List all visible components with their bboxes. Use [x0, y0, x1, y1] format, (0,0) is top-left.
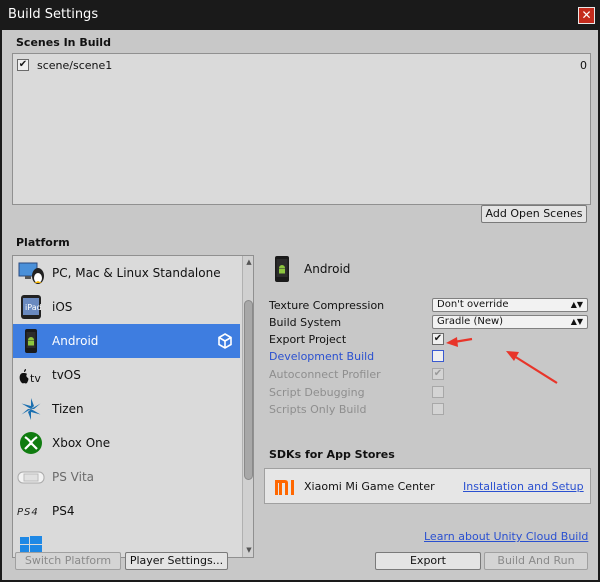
svg-text:PS4: PS4	[17, 507, 39, 518]
annotation-arrowhead	[506, 351, 519, 361]
scroll-down-icon[interactable]: ▼	[245, 546, 253, 554]
scripts-only-build-label: Scripts Only Build	[269, 403, 367, 416]
cloud-build-link[interactable]: Learn about Unity Cloud Build	[424, 530, 588, 543]
build-system-label: Build System	[269, 316, 342, 329]
texture-compression-value: Don't override	[437, 299, 509, 310]
annotation-arrow-build-system	[513, 355, 558, 384]
ps-vita-icon	[17, 471, 45, 484]
platform-list[interactable]: PC, Mac & Linux Standalone iPad iOS Andr…	[12, 255, 254, 558]
platform-scrollbar[interactable]: ▲ ▼	[242, 256, 253, 557]
platform-label: Android	[52, 334, 99, 348]
build-system-value: Gradle (New)	[437, 316, 504, 327]
platform-item-tizen[interactable]: Tizen	[13, 392, 240, 426]
development-build-label: Development Build	[269, 350, 375, 363]
platform-item-ps-vita[interactable]: PS Vita	[13, 460, 240, 494]
platform-heading: Platform	[16, 236, 70, 249]
export-button[interactable]: Export	[375, 552, 481, 570]
sdk-name: Xiaomi Mi Game Center	[304, 480, 435, 493]
unity-logo-icon	[218, 333, 232, 349]
texture-compression-label: Texture Compression	[269, 299, 385, 312]
tvos-icon: tv	[19, 369, 41, 385]
android-icon	[25, 329, 37, 353]
build-and-run-button[interactable]: Build And Run	[484, 552, 588, 570]
ios-icon: iPad	[21, 295, 42, 319]
scene-name: scene/scene1	[37, 59, 113, 72]
svg-text:iPad: iPad	[25, 303, 42, 312]
scroll-thumb[interactable]	[244, 300, 253, 480]
tizen-icon	[21, 398, 41, 420]
add-open-scenes-button[interactable]: Add Open Scenes	[481, 205, 587, 223]
platform-label: PS Vita	[52, 470, 95, 484]
platform-item-android[interactable]: Android	[13, 324, 240, 358]
platform-item-standalone[interactable]: PC, Mac & Linux Standalone	[13, 256, 240, 290]
scene-row[interactable]: ✔ scene/scene1 0	[17, 58, 587, 74]
platform-item-ios[interactable]: iPad iOS	[13, 290, 240, 324]
platform-label: Tizen	[52, 402, 84, 416]
platform-item-tvos[interactable]: tv tvOS	[13, 358, 240, 392]
close-button[interactable]: ✕	[578, 7, 595, 24]
switch-platform-button[interactable]: Switch Platform	[15, 552, 121, 570]
export-project-checkbox[interactable]: ✔	[432, 333, 444, 345]
build-system-select[interactable]: Gradle (New) ▲▼	[432, 315, 588, 329]
dropdown-arrow-icon: ▲▼	[570, 300, 583, 309]
platform-label: PS4	[52, 504, 75, 518]
scenes-heading: Scenes In Build	[16, 36, 111, 49]
dropdown-arrow-icon: ▲▼	[570, 317, 583, 326]
platform-label: Xbox One	[52, 436, 111, 450]
window-title: Build Settings	[8, 7, 99, 22]
export-project-label: Export Project	[269, 333, 347, 346]
platform-item-xbox-one[interactable]: Xbox One	[13, 426, 240, 460]
annotation-arrowhead	[446, 337, 458, 347]
texture-compression-select[interactable]: Don't override ▲▼	[432, 298, 588, 312]
sdk-row: Xiaomi Mi Game Center Installation and S…	[264, 468, 591, 504]
player-settings-button[interactable]: Player Settings...	[125, 552, 228, 570]
close-icon: ✕	[581, 8, 592, 22]
svg-text:tv: tv	[30, 372, 41, 385]
android-device-icon	[275, 256, 289, 282]
platform-label: iOS	[52, 300, 73, 314]
title-bar: Build Settings ✕	[0, 0, 600, 30]
sdks-heading: SDKs for App Stores	[269, 448, 395, 461]
autoconnect-profiler-checkbox: ✔	[432, 368, 444, 380]
scene-index: 0	[580, 59, 587, 72]
platform-label: PC, Mac & Linux Standalone	[52, 266, 221, 280]
platform-label: tvOS	[52, 368, 81, 382]
autoconnect-profiler-label: Autoconnect Profiler	[269, 368, 381, 381]
xbox-icon	[20, 432, 42, 454]
window-client: Scenes In Build ✔ scene/scene1 0 Add Ope…	[0, 30, 600, 582]
pc-mac-linux-icon	[18, 262, 44, 284]
scroll-up-icon[interactable]: ▲	[245, 258, 253, 266]
scene-checkbox[interactable]: ✔	[17, 59, 29, 71]
script-debugging-checkbox	[432, 386, 444, 398]
scenes-list[interactable]: ✔ scene/scene1 0	[12, 53, 591, 205]
scripts-only-build-checkbox	[432, 403, 444, 415]
development-build-checkbox[interactable]	[432, 350, 444, 362]
installation-setup-link[interactable]: Installation and Setup	[463, 480, 584, 493]
xiaomi-logo-icon	[275, 480, 294, 495]
platform-title: Android	[304, 262, 351, 276]
ps4-icon: PS4	[17, 507, 39, 518]
platform-item-ps4[interactable]: PS4 PS4	[13, 494, 240, 528]
script-debugging-label: Script Debugging	[269, 386, 365, 399]
annotation-arrow-export-project	[453, 337, 473, 344]
